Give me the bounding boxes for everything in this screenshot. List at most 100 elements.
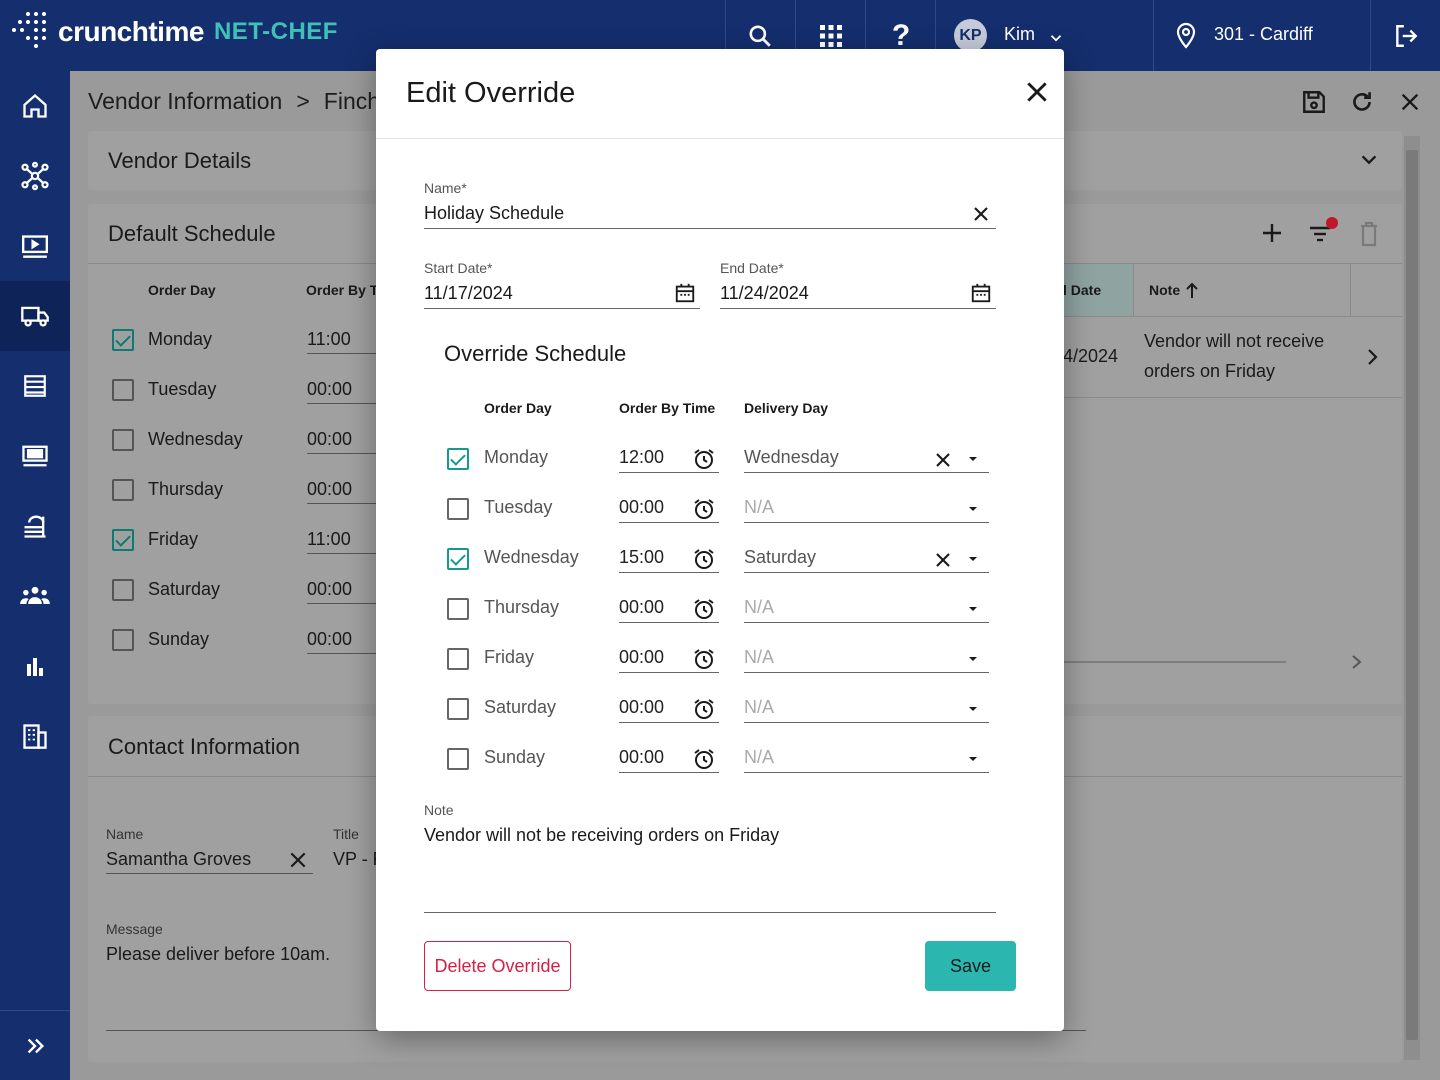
tuesday-checkbox[interactable]: [447, 498, 469, 520]
chevron-right-icon[interactable]: [1365, 347, 1381, 367]
avatar[interactable]: KP: [954, 19, 987, 52]
default-row-time[interactable]: 00:00: [307, 379, 352, 400]
delivery-day-select[interactable]: N/A: [744, 747, 774, 768]
save-icon[interactable]: [1298, 86, 1330, 118]
default-tuesday-checkbox[interactable]: [112, 379, 134, 401]
dropdown-arrow-icon[interactable]: [967, 603, 979, 615]
alarm-clock-icon[interactable]: [692, 597, 716, 621]
breadcrumb-vendor-information[interactable]: Vendor Information: [88, 88, 282, 114]
default-friday-checkbox[interactable]: [112, 529, 134, 551]
contact-message-input[interactable]: Please deliver before 10am.: [106, 944, 330, 965]
sidebar-item-reports[interactable]: [0, 631, 70, 701]
sidebar-item-recipes[interactable]: [0, 491, 70, 561]
delivery-day-select[interactable]: N/A: [744, 597, 774, 618]
thursday-checkbox[interactable]: [447, 598, 469, 620]
alarm-clock-icon[interactable]: [692, 647, 716, 671]
default-saturday-checkbox[interactable]: [112, 579, 134, 601]
sidebar-item-labor[interactable]: [0, 561, 70, 631]
clear-icon[interactable]: [934, 451, 952, 469]
column-header-order-by[interactable]: Order By T: [306, 282, 378, 298]
dropdown-arrow-icon[interactable]: [967, 503, 979, 515]
order-by-time-input[interactable]: 00:00: [619, 647, 664, 668]
location-pin-icon[interactable]: [1170, 20, 1202, 52]
help-icon[interactable]: ?: [885, 19, 917, 52]
order-by-time-input[interactable]: 00:00: [619, 597, 664, 618]
delivery-day-select[interactable]: N/A: [744, 647, 774, 668]
delivery-day-select[interactable]: Saturday: [744, 547, 816, 568]
alarm-clock-icon[interactable]: [692, 497, 716, 521]
column-header-order-day[interactable]: Order Day: [148, 282, 216, 298]
dropdown-arrow-icon[interactable]: [967, 753, 979, 765]
note-textarea[interactable]: Vendor will not be receiving orders on F…: [424, 825, 779, 846]
order-by-time-input[interactable]: 00:00: [619, 497, 664, 518]
row-day-label: Tuesday: [484, 497, 553, 517]
default-row-time[interactable]: 00:00: [307, 629, 352, 650]
sidebar-item-vendors[interactable]: [0, 281, 70, 351]
apps-grid-icon[interactable]: [815, 20, 847, 52]
delivery-day-select[interactable]: Wednesday: [744, 447, 839, 468]
default-sunday-checkbox[interactable]: [112, 629, 134, 651]
calendar-icon[interactable]: [970, 282, 992, 304]
logout-icon[interactable]: [1390, 20, 1422, 52]
contact-name-input[interactable]: Samantha Groves: [106, 849, 251, 870]
scroll-right-icon[interactable]: [1350, 653, 1364, 671]
clear-icon[interactable]: [288, 850, 308, 870]
close-icon[interactable]: [1024, 79, 1054, 109]
search-icon[interactable]: [744, 20, 776, 52]
default-row-time[interactable]: 00:00: [307, 579, 352, 600]
chevron-down-icon[interactable]: [1358, 149, 1380, 176]
clear-icon[interactable]: [972, 205, 990, 223]
default-monday-checkbox[interactable]: [112, 329, 134, 351]
dropdown-arrow-icon[interactable]: [967, 703, 979, 715]
horizontal-scrollbar[interactable]: [1060, 661, 1286, 663]
dropdown-arrow-icon[interactable]: [967, 453, 979, 465]
alarm-clock-icon[interactable]: [692, 447, 716, 471]
end-date-input[interactable]: 11/24/2024: [720, 283, 809, 304]
default-thursday-checkbox[interactable]: [112, 479, 134, 501]
delivery-day-select[interactable]: N/A: [744, 697, 774, 718]
order-by-time-input[interactable]: 15:00: [619, 547, 664, 568]
refresh-icon[interactable]: [1346, 86, 1378, 118]
default-row-time[interactable]: 00:00: [307, 479, 352, 500]
column-header-end-date[interactable]: l Date: [1063, 282, 1101, 298]
sidebar-item-inventory[interactable]: [0, 351, 70, 421]
start-date-input[interactable]: 11/17/2024: [424, 283, 513, 304]
sidebar-item-network[interactable]: [0, 141, 70, 211]
sidebar-item-home[interactable]: [0, 71, 70, 141]
default-wednesday-checkbox[interactable]: [112, 429, 134, 451]
sunday-checkbox[interactable]: [447, 748, 469, 770]
order-by-time-input[interactable]: 00:00: [619, 747, 664, 768]
default-row-time[interactable]: 11:00: [307, 529, 351, 550]
user-name[interactable]: Kim: [1004, 24, 1035, 45]
filter-icon[interactable]: [1308, 216, 1340, 246]
sidebar-item-cash[interactable]: [0, 421, 70, 491]
wednesday-checkbox[interactable]: [447, 548, 469, 570]
order-by-time-input[interactable]: 00:00: [619, 697, 664, 718]
default-row-time[interactable]: 11:00: [307, 329, 351, 350]
delete-override-button[interactable]: Delete Override: [424, 941, 571, 991]
saturday-checkbox[interactable]: [447, 698, 469, 720]
page-scrollbar-thumb[interactable]: [1406, 150, 1418, 1040]
close-page-icon[interactable]: [1394, 86, 1426, 118]
monday-checkbox[interactable]: [447, 448, 469, 470]
clear-icon[interactable]: [934, 551, 952, 569]
add-icon[interactable]: [1260, 221, 1284, 245]
delivery-day-select[interactable]: N/A: [744, 497, 774, 518]
save-button[interactable]: Save: [925, 941, 1016, 991]
sidebar-expand-button[interactable]: [0, 1010, 70, 1080]
dropdown-arrow-icon[interactable]: [967, 653, 979, 665]
alarm-clock-icon[interactable]: [692, 747, 716, 771]
location-selector[interactable]: 301 - Cardiff: [1214, 24, 1313, 45]
sidebar-item-locations[interactable]: [0, 701, 70, 771]
alarm-clock-icon[interactable]: [692, 697, 716, 721]
friday-checkbox[interactable]: [447, 648, 469, 670]
default-row-time[interactable]: 00:00: [307, 429, 352, 450]
calendar-icon[interactable]: [674, 282, 696, 304]
name-input[interactable]: Holiday Schedule: [424, 203, 564, 224]
sidebar-item-media[interactable]: [0, 211, 70, 281]
column-header-note[interactable]: Note: [1149, 282, 1180, 298]
dropdown-arrow-icon[interactable]: [967, 553, 979, 565]
delete-icon[interactable]: [1358, 221, 1380, 247]
order-by-time-input[interactable]: 12:00: [619, 447, 664, 468]
alarm-clock-icon[interactable]: [692, 547, 716, 571]
